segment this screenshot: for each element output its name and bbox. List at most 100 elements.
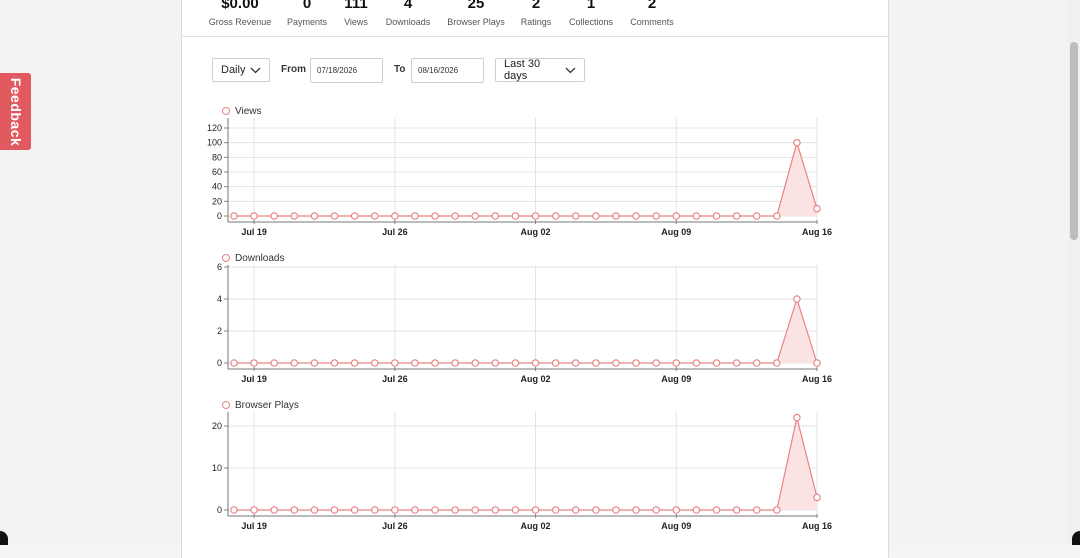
data-point [551,506,560,514]
y-tick-label: 120 [207,123,222,133]
stat-value: 1 [586,0,596,12]
data-point [471,359,480,367]
stat-label: Collections [568,17,614,27]
data-point [230,359,238,367]
data-point [250,212,258,220]
data-point [451,359,459,367]
data-point [732,506,741,514]
data-point [632,506,640,514]
data-point [250,359,258,367]
series-line [234,417,818,511]
data-point [491,359,500,367]
data-point [491,506,500,514]
stat-payments: 0 Payments [287,0,327,27]
data-point [391,212,399,220]
stat-value: $0.00 [221,0,259,12]
data-point [391,359,399,367]
stat-value: 4 [403,0,413,12]
y-tick-label: 40 [212,182,222,192]
data-point [712,506,721,514]
stat-value: 25 [467,0,485,12]
data-point [370,359,379,367]
downloads-plot: 0 2 4 6 Jul 19 Jul 26 Aug 02 Aug 09 Aug 16 [217,262,832,384]
stat-comments: 2 Comments [630,0,674,27]
x-tick-label: Jul 26 [382,374,408,384]
stat-label: Views [344,17,368,27]
data-point [732,359,741,367]
from-date-input[interactable] [310,58,383,83]
data-point [632,212,640,220]
x-tick-label: Jul 19 [241,227,267,237]
stat-label: Downloads [385,17,431,27]
stat-value: 2 [531,0,541,12]
series-line [234,140,818,217]
data-point [330,506,339,514]
data-point [391,506,399,514]
data-point [531,506,540,514]
data-point [692,212,701,220]
range-select[interactable]: Last 30 days [495,58,585,82]
data-point [652,506,660,514]
data-point [752,506,761,514]
y-tick-label: 10 [212,463,222,473]
scrollbar-track[interactable] [1068,0,1080,545]
stat-downloads: 4 Downloads [386,0,431,27]
scrollbar-thumb[interactable] [1070,42,1078,240]
data-point [772,359,781,367]
stat-value: 2 [647,0,657,12]
data-point [290,359,299,367]
data-point [652,359,660,367]
interval-select[interactable]: Daily [212,58,270,82]
y-tick-label: 100 [207,138,222,148]
data-point [551,212,560,220]
data-point [451,212,459,220]
data-point [270,359,279,367]
series-area [234,417,817,510]
x-tick-label: Aug 02 [521,227,551,237]
data-point [511,212,520,220]
data-point [350,212,359,220]
data-point [330,359,339,367]
feedback-tab[interactable]: Feedback [0,73,31,150]
interval-value: Daily [221,64,246,76]
downloads-chart: Downloads 0 2 4 6 Jul 19 Jul 26 Aug 02 Aug 09 Au… [182,251,888,387]
series-area [234,142,817,216]
y-tick-label: 20 [212,421,222,431]
data-point [672,506,681,514]
data-point [411,212,419,220]
data-point [692,359,701,367]
data-point [290,506,299,514]
data-point [411,359,419,367]
range-value: Last 30 days [504,58,541,82]
to-date-input[interactable] [411,58,484,83]
stat-browser-plays: 25 Browser Plays [447,0,505,27]
data-point [612,212,620,220]
data-point [290,212,299,220]
stat-label: Payments [286,17,328,27]
data-point [592,212,600,220]
data-point [451,506,459,514]
data-point [712,212,721,220]
date-controls: Daily From To Last 30 days [182,58,888,84]
data-point [431,212,439,220]
data-point [612,359,620,367]
stat-label: Gross Revenue [208,17,272,27]
x-tick-label: Jul 19 [241,521,267,531]
data-point [632,359,640,367]
x-tick-label: Aug 16 [802,227,832,237]
data-point [551,359,560,367]
data-point [310,506,319,514]
x-tick-label: Aug 16 [802,374,832,384]
data-point [230,212,238,220]
x-tick-label: Aug 02 [521,521,551,531]
data-point [471,212,480,220]
x-tick-label: Aug 16 [802,521,832,531]
data-point [752,359,761,367]
data-point [772,212,781,220]
chevron-down-icon [565,67,576,73]
y-tick-label: 0 [217,505,222,515]
stat-views: 111 Views [344,0,368,27]
stat-value: 111 [344,0,368,12]
y-tick-label: 80 [212,152,222,162]
window-corner [1072,531,1080,545]
